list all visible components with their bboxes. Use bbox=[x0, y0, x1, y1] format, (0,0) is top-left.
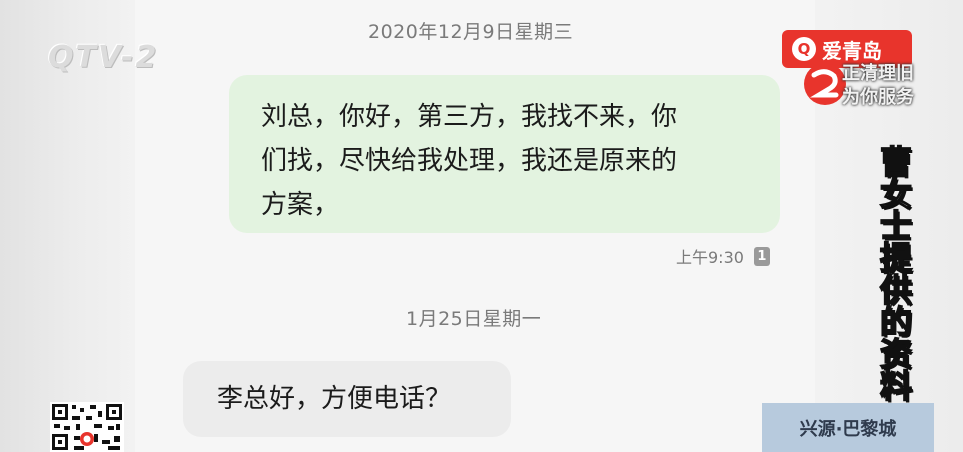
outgoing-message-bubble[interactable]: 刘总，你好，第三方，我找不来，你 们找，尽快给我处理，我还是原来的 方案， bbox=[229, 75, 780, 233]
program-line-1: 正清理旧 bbox=[842, 63, 914, 84]
date-separator-2: 1月25日星期一 bbox=[406, 308, 542, 330]
message-line: 们找，尽快给我处理，我还是原来的 bbox=[261, 146, 678, 176]
qr-code-icon bbox=[50, 402, 124, 452]
vertical-caption: 曹女士提供的资料 bbox=[874, 144, 914, 402]
app-logo-icon: Q bbox=[792, 37, 816, 61]
message-time: 上午9:30 bbox=[676, 248, 744, 267]
date-separator-1: 2020年12月9日星期三 bbox=[368, 21, 574, 43]
message-text: 李总好，方便电话？ bbox=[217, 384, 452, 414]
station-logo: QTV-2 bbox=[48, 40, 159, 75]
message-line: 方案， bbox=[261, 190, 340, 220]
program-title: 正清理旧 为你服务 bbox=[842, 62, 952, 110]
message-meta: 上午9:30 1 bbox=[676, 244, 770, 268]
read-receipt-icon: 1 bbox=[753, 246, 770, 266]
location-banner: 兴源·巴黎城 bbox=[762, 403, 934, 452]
program-line-2: 为你服务 bbox=[842, 87, 914, 108]
message-line: 刘总，你好，第三方，我找不来，你 bbox=[261, 102, 678, 132]
incoming-message-bubble[interactable]: 李总好，方便电话？ bbox=[183, 361, 511, 437]
